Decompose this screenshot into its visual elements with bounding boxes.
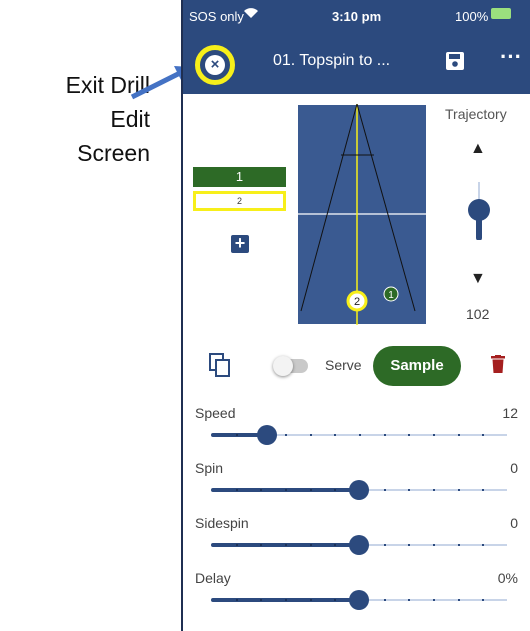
slider-tick	[458, 489, 460, 491]
drill-title: 01. Topspin to ...	[273, 52, 391, 69]
more-horizontal-icon[interactable]: ···	[500, 44, 522, 70]
slider-tick	[433, 599, 435, 601]
slider-tick	[260, 599, 262, 601]
slider-tick	[310, 434, 312, 436]
slider-tick	[408, 599, 410, 601]
slider-tick	[384, 544, 386, 546]
speed-slider[interactable]	[211, 425, 507, 445]
slider-tick	[236, 544, 238, 546]
slider-tick	[433, 544, 435, 546]
slider-tick	[310, 599, 312, 601]
ball-item-2[interactable]: 2	[193, 191, 286, 211]
slider-tick	[482, 489, 484, 491]
status-bar: SOS only 3:10 pm 100%	[183, 0, 530, 30]
trajectory-label: Trajectory	[445, 106, 507, 122]
slider-tick	[458, 434, 460, 436]
table-court[interactable]: 2 1	[297, 104, 427, 325]
spin-value: 0	[510, 460, 518, 476]
sidespin-value: 0	[510, 515, 518, 531]
slider-tick	[384, 434, 386, 436]
slider-tick	[236, 434, 238, 436]
delay-label: Delay	[195, 570, 231, 586]
slider-tick	[408, 544, 410, 546]
slider-rest	[267, 434, 507, 436]
ball-list: 1 2	[193, 167, 286, 211]
battery-percentage: 100%	[455, 9, 489, 24]
serve-toggle[interactable]	[273, 356, 308, 376]
slider-tick	[334, 544, 336, 546]
annotation-line: Screen	[77, 140, 150, 166]
sidespin-label: Sidespin	[195, 515, 249, 531]
trajectory-value: 102	[466, 306, 490, 322]
slider-tick	[285, 599, 287, 601]
slider-tick	[236, 599, 238, 601]
slider-tick	[260, 544, 262, 546]
speed-control: Speed 12	[183, 405, 530, 459]
spin-control: Spin 0	[183, 460, 530, 514]
battery-icon	[491, 8, 511, 19]
slider-tick	[236, 489, 238, 491]
slider-tick	[285, 434, 287, 436]
app-bar: × 01. Topspin to ... ···	[183, 30, 530, 94]
add-ball-button[interactable]: +	[231, 234, 249, 253]
slider-thumb[interactable]	[257, 425, 277, 445]
exit-drill-edit-button[interactable]: ×	[195, 45, 235, 85]
spin-slider[interactable]	[211, 480, 507, 500]
delay-slider[interactable]	[211, 590, 507, 610]
sidespin-control: Sidespin 0	[183, 515, 530, 569]
delay-value: 0%	[497, 570, 518, 586]
delay-control: Delay 0%	[183, 570, 530, 624]
trajectory-down-icon[interactable]: ▼	[470, 270, 486, 288]
slider-tick	[310, 544, 312, 546]
slider-tick	[285, 544, 287, 546]
speed-value: 12	[502, 405, 518, 421]
save-icon[interactable]	[446, 52, 464, 70]
sidespin-slider[interactable]	[211, 535, 507, 555]
slider-thumb[interactable]	[349, 590, 369, 610]
sample-button[interactable]: Sample	[373, 346, 461, 386]
close-circle-icon: ×	[205, 55, 225, 75]
slider-thumb[interactable]	[349, 535, 369, 555]
slider-thumb[interactable]	[349, 480, 369, 500]
slider-tick	[260, 489, 262, 491]
slider-tick	[433, 434, 435, 436]
slider-tick	[285, 489, 287, 491]
slider-tick	[482, 544, 484, 546]
slider-tick	[458, 544, 460, 546]
slider-tick	[433, 489, 435, 491]
slider-tick	[334, 434, 336, 436]
slider-tick	[482, 434, 484, 436]
annotation-arrow	[130, 66, 192, 100]
slider-tick	[359, 434, 361, 436]
ball-item-1[interactable]: 1	[193, 167, 286, 187]
controls-row: Serve Sample	[183, 343, 530, 387]
serve-toggle-knob	[273, 356, 293, 376]
speed-label: Speed	[195, 405, 236, 421]
clock-label: 3:10 pm	[332, 9, 382, 24]
court-marker-1-label: 1	[388, 290, 394, 301]
court-marker-2-label: 2	[354, 296, 360, 308]
slider-tick	[310, 489, 312, 491]
trash-icon[interactable]	[491, 355, 505, 373]
slider-tick	[482, 599, 484, 601]
slider-tick	[408, 434, 410, 436]
wifi-icon	[244, 8, 258, 18]
slider-tick	[334, 489, 336, 491]
trajectory-slider[interactable]	[466, 180, 492, 240]
serve-label: Serve	[325, 357, 362, 373]
slider-tick	[384, 489, 386, 491]
spin-label: Spin	[195, 460, 224, 476]
trajectory-up-icon[interactable]: ▲	[470, 140, 486, 158]
carrier-label: SOS only	[189, 9, 244, 24]
copy-icon[interactable]	[209, 353, 231, 377]
slider-tick	[384, 599, 386, 601]
slider-tick	[334, 599, 336, 601]
slider-tick	[408, 489, 410, 491]
phone-screen: SOS only 3:10 pm 100% × 01. Topspin to .…	[181, 0, 530, 631]
slider-tick	[458, 599, 460, 601]
